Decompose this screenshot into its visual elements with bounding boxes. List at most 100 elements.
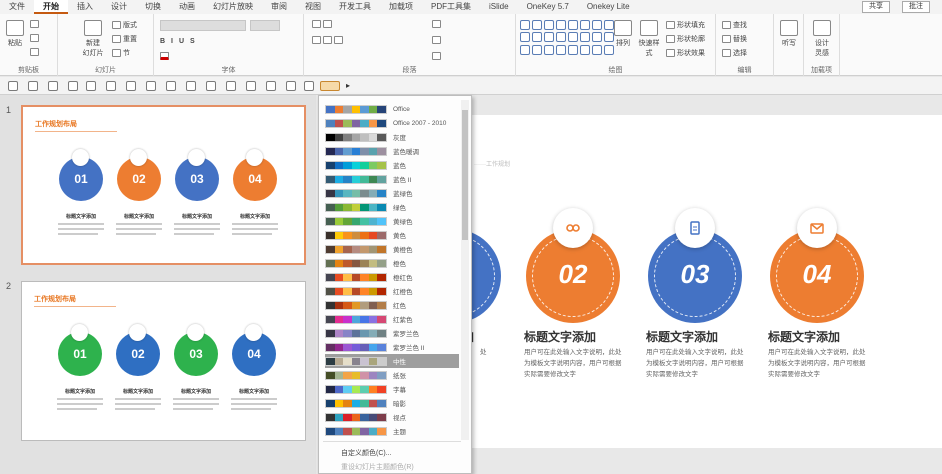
scrollbar-thumb[interactable] [462, 110, 468, 240]
reset-theme-colors-item[interactable]: 重设幻灯片主题颜色(R) [341, 462, 414, 472]
dictate-button[interactable]: 听写 [778, 20, 800, 48]
tab-9[interactable]: 开发工具 [330, 0, 380, 14]
circle-02[interactable]: 02 [526, 208, 620, 323]
item-description[interactable]: 用户可在此处输入文字说明，此处为模板文字说明内容，用户可根据实际需要修改文字 [524, 347, 624, 380]
paste-button[interactable]: 粘贴 [4, 20, 26, 48]
theme-color-option[interactable]: Office 2007 - 2010 [325, 116, 459, 130]
theme-color-option[interactable]: 蓝色 [325, 158, 459, 172]
theme-color-option[interactable]: 主题 [325, 424, 459, 438]
arrow-icon[interactable] [186, 81, 196, 91]
rotate-icon[interactable] [304, 81, 314, 91]
shape-item[interactable] [532, 20, 542, 30]
theme-color-option[interactable]: 橙色 [325, 256, 459, 270]
comments-button[interactable]: 批注 [902, 1, 930, 13]
quick-styles-button[interactable]: 快速样式 [638, 20, 660, 58]
select-button[interactable]: 选择 [722, 48, 747, 58]
designer-button[interactable]: 设计 灵感 [811, 20, 833, 58]
shape-item[interactable] [556, 44, 566, 55]
font-size-field[interactable] [250, 20, 280, 31]
theme-color-option[interactable]: 中性 [325, 354, 459, 368]
shape-effects-button[interactable]: 形状效果 [666, 48, 705, 58]
shape-item[interactable] [520, 44, 530, 55]
font-color-button[interactable] [160, 52, 169, 60]
undo-icon[interactable] [86, 81, 96, 91]
shape-item[interactable] [544, 20, 554, 30]
item-caption[interactable]: 标题文字添加 [646, 328, 718, 345]
tab-3[interactable]: 设计 [102, 0, 136, 14]
align-text-button[interactable] [432, 36, 441, 44]
replace-button[interactable]: 替换 [722, 34, 747, 44]
theme-color-option[interactable]: 橙红色 [325, 270, 459, 284]
item-description[interactable]: 用户可在此处输入文字说明，此处为模板文字说明内容，用户可根据实际需要修改文字 [768, 347, 868, 380]
theme-color-option[interactable]: 黄橙色 [325, 242, 459, 256]
reset-button[interactable]: 重置 [112, 34, 137, 44]
shape-item[interactable] [580, 32, 590, 43]
circle-03[interactable]: 03 [648, 208, 742, 323]
align-icon[interactable] [206, 81, 216, 91]
share-button[interactable]: 共享 [862, 1, 890, 13]
theme-color-option[interactable]: 蓝色暖调 [325, 144, 459, 158]
more-icon[interactable]: ▸ [346, 81, 356, 91]
grid-icon[interactable] [28, 81, 38, 91]
section-button[interactable]: 节 [112, 48, 130, 58]
theme-color-option[interactable]: 视点 [325, 410, 459, 424]
group-icon[interactable] [126, 81, 136, 91]
shape-item[interactable] [568, 44, 578, 55]
theme-color-option[interactable]: 黄色 [325, 228, 459, 242]
shape-item[interactable] [592, 44, 602, 55]
circle-04[interactable]: 04 [770, 208, 864, 323]
shape-item[interactable] [520, 20, 530, 30]
line-icon[interactable] [246, 81, 256, 91]
tab-2[interactable]: 插入 [68, 0, 102, 14]
tab-10[interactable]: 加载项 [380, 0, 422, 14]
theme-color-option[interactable]: 紫罗兰色 II [325, 340, 459, 354]
shape-item[interactable] [556, 32, 566, 43]
theme-color-option[interactable]: Office [325, 102, 459, 116]
theme-color-option[interactable]: 红色 [325, 298, 459, 312]
shape-item[interactable] [592, 32, 602, 43]
dropdown-scrollbar[interactable] [461, 100, 469, 440]
align-buttons[interactable] [312, 36, 343, 44]
tab-7[interactable]: 审阅 [262, 0, 296, 14]
shape-outline-button[interactable]: 形状轮廓 [666, 34, 705, 44]
shape-item[interactable] [544, 44, 554, 55]
theme-color-option[interactable]: 红紫色 [325, 312, 459, 326]
theme-color-option[interactable]: 字幕 [325, 382, 459, 396]
shape-item[interactable] [568, 20, 578, 30]
shape-item[interactable] [532, 32, 542, 43]
customize-colors-item[interactable]: 自定义颜色(C)... [341, 448, 392, 458]
shape-item[interactable] [580, 44, 590, 55]
shape-fill-button[interactable]: 形状填充 [666, 20, 705, 30]
shape-item[interactable] [544, 32, 554, 43]
copy-button[interactable] [30, 34, 39, 42]
slide-thumbnail-1[interactable]: 工作规划布局 01 标题文字添加 02 标题文字添加 03 标题文字添加 04 标题文字添加 [21, 105, 306, 265]
tab-0[interactable]: 文件 [0, 0, 34, 14]
cut-button[interactable] [30, 20, 39, 28]
arrange-button[interactable]: 排列 [612, 20, 634, 48]
save-icon[interactable] [68, 81, 78, 91]
find-button[interactable]: 查找 [722, 20, 747, 30]
theme-color-option[interactable]: 红橙色 [325, 284, 459, 298]
tab-13[interactable]: OneKey 5.7 [518, 0, 578, 14]
redo-icon[interactable] [106, 81, 116, 91]
shape-item[interactable] [592, 20, 602, 30]
current-slide[interactable]: ······工作规划 加 处 02标题文字添加用户可在此处输入文字说明，此处为模… [407, 115, 942, 448]
shape-item[interactable] [520, 32, 530, 43]
shape-item[interactable] [556, 20, 566, 30]
theme-color-option[interactable]: 纸张 [325, 368, 459, 382]
theme-color-option[interactable]: 蓝绿色 [325, 186, 459, 200]
tab-4[interactable]: 切换 [136, 0, 170, 14]
shapes-gallery[interactable] [520, 20, 614, 56]
flip-icon[interactable] [286, 81, 296, 91]
format-painter-button[interactable] [30, 48, 39, 56]
theme-color-option[interactable]: 灰度 [325, 130, 459, 144]
font-style-buttons[interactable]: BIUS [160, 38, 201, 45]
smartart-button[interactable] [432, 52, 441, 60]
shape-icon[interactable] [166, 81, 176, 91]
item-caption[interactable]: 标题文字添加 [768, 328, 840, 345]
layout-button[interactable]: 版式 [112, 20, 137, 30]
theme-color-option[interactable]: 暗影 [325, 396, 459, 410]
tab-14[interactable]: Onekey Lite [578, 0, 639, 14]
tab-1[interactable]: 开始 [34, 0, 68, 14]
eyedropper-icon[interactable] [146, 81, 156, 91]
